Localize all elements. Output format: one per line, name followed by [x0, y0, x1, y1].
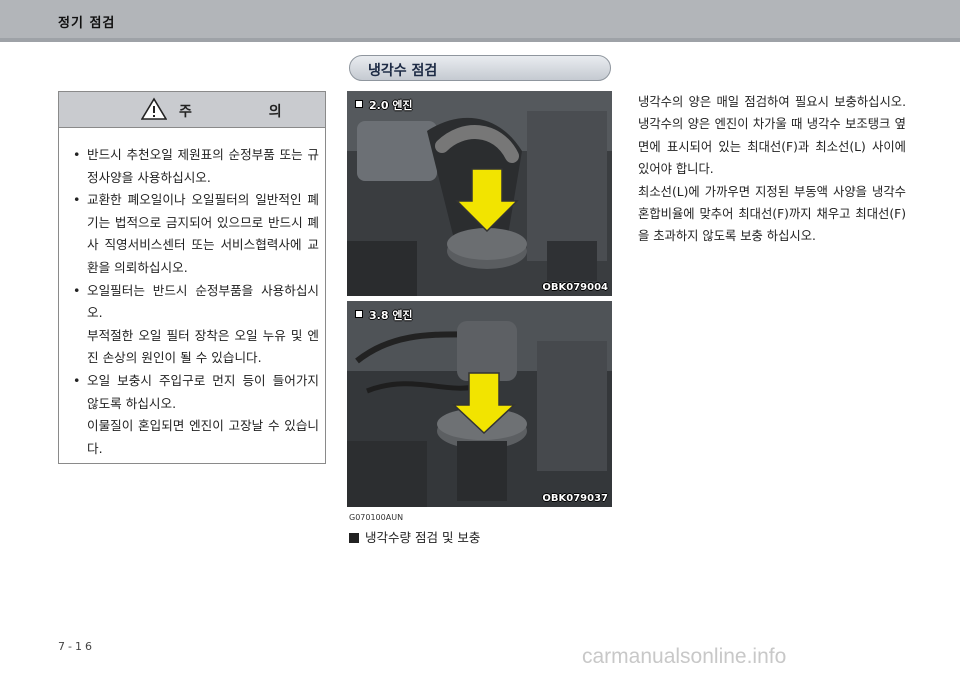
- engine-label-text: 3.8 엔진: [369, 309, 413, 322]
- body-text: 냉각수의 양은 매일 점검하여 필요시 보충하십시오. 냉각수의 양은 엔진이 …: [638, 91, 906, 248]
- header-accent: [0, 38, 960, 42]
- photo-code: OBK079037: [542, 493, 608, 504]
- section-title-pill: 냉각수 점검: [349, 55, 611, 81]
- engine-label-text: 2.0 엔진: [369, 99, 413, 112]
- engine-bay-illustration: [347, 301, 612, 507]
- section-title: 냉각수 점검: [368, 63, 438, 79]
- page-header-title: 정기 점검: [58, 16, 116, 31]
- engine-photo-3-8: 3.8 엔진 OBK079037: [347, 301, 612, 507]
- engine-bay-illustration: [347, 91, 612, 296]
- caution-item-text: 교환한 폐오일이나 오일필터의 일반적인 폐기는 법적으로 금지되어 있으므로 …: [87, 192, 319, 275]
- photo-code: OBK079004: [542, 282, 608, 293]
- caution-item-text: 부적절한 오일 필터 장착은 오일 누유 및 엔진 손상의 원인이 될 수 있습…: [87, 327, 319, 366]
- square-bullet-icon: [355, 100, 363, 108]
- caution-header: 주 의: [59, 92, 325, 128]
- engine-label: 2.0 엔진: [355, 97, 413, 113]
- caution-list: 반드시 추천오일 제원표의 순정부품 또는 규정사양을 사용하십시오. 교환한 …: [73, 144, 319, 460]
- caution-item-text: 오일 보충시 주입구로 먼지 등이 들어가지 않도록 하십시오.: [87, 372, 319, 411]
- engine-label: 3.8 엔진: [355, 307, 413, 323]
- watermark: carmanualsonline.info: [582, 645, 787, 668]
- document-code: G070100AUN: [349, 513, 404, 522]
- caption-marker-icon: [349, 533, 359, 543]
- engine-photo-2-0: 2.0 엔진 OBK079004: [347, 91, 612, 296]
- caution-item: 오일 보충시 주입구로 먼지 등이 들어가지 않도록 하십시오. 이물질이 혼입…: [73, 370, 319, 460]
- caution-title: 주 의: [179, 104, 318, 120]
- caution-item-text: 오일필터는 반드시 순정부품을 사용하십시오.: [87, 282, 319, 321]
- body-paragraph: 최소선(L)에 가까우면 지정된 부동액 사양을 냉각수 혼합비율에 맞추어 최…: [638, 184, 906, 244]
- warning-triangle-icon: [141, 97, 167, 120]
- figure-caption-text: 냉각수량 점검 및 보충: [365, 530, 481, 545]
- page-number: 7-16: [58, 640, 95, 653]
- figure-caption: 냉각수량 점검 및 보충: [349, 527, 480, 546]
- caution-box: 주 의 반드시 추천오일 제원표의 순정부품 또는 규정사양을 사용하십시오. …: [58, 91, 326, 464]
- caution-item: 반드시 추천오일 제원표의 순정부품 또는 규정사양을 사용하십시오.: [73, 144, 319, 189]
- caution-item: 오일필터는 반드시 순정부품을 사용하십시오. 부적절한 오일 필터 장착은 오…: [73, 280, 319, 370]
- caution-item-text: 반드시 추천오일 제원표의 순정부품 또는 규정사양을 사용하십시오.: [87, 147, 319, 185]
- header-band: [0, 0, 960, 42]
- body-paragraph: 냉각수의 양은 매일 점검하여 필요시 보충하십시오. 냉각수의 양은 엔진이 …: [638, 95, 906, 177]
- square-bullet-icon: [355, 310, 363, 318]
- caution-item-text: 이물질이 혼입되면 엔진이 고장날 수 있습니다.: [87, 418, 319, 456]
- caution-item: 교환한 폐오일이나 오일필터의 일반적인 폐기는 법적으로 금지되어 있으므로 …: [73, 189, 319, 279]
